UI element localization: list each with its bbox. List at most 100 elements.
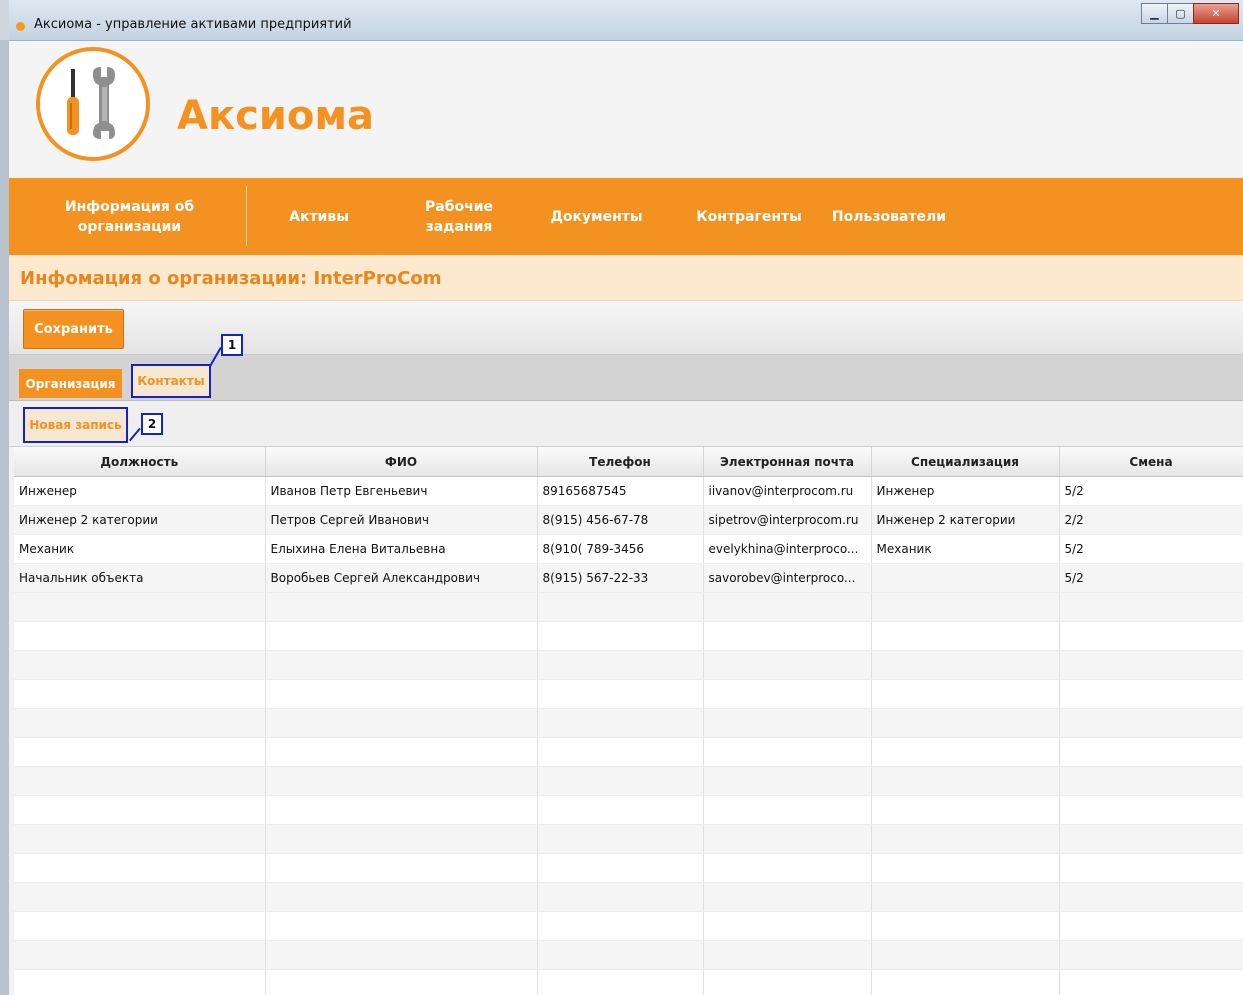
nav-item-assets[interactable]: Активы — [274, 178, 364, 255]
nav-item-label: Информация об организации — [65, 197, 194, 237]
minimize-button[interactable]: ▁ — [1141, 3, 1168, 24]
empty-table-cell — [537, 853, 704, 883]
empty-table-row — [14, 911, 1243, 941]
empty-table-cell — [871, 592, 1060, 622]
empty-table-cell — [265, 679, 538, 709]
window-titlebar: Аксиома - управление активами предприяти… — [9, 0, 1243, 41]
empty-table-row — [14, 940, 1243, 970]
empty-table-cell — [14, 824, 266, 854]
empty-table-cell — [265, 853, 538, 883]
table-cell: sipetrov@interprocom.ru — [703, 505, 872, 535]
table-row[interactable]: Инженер 2 категории Петров Сергей Иванов… — [14, 505, 1243, 535]
column-header-position[interactable]: Должность — [14, 447, 266, 477]
app-icon — [16, 22, 25, 31]
empty-table-cell — [703, 737, 872, 767]
nav-item-documents[interactable]: Документы — [539, 178, 654, 255]
empty-table-cell — [14, 679, 266, 709]
window-left-edge — [0, 40, 9, 995]
empty-table-cell — [871, 766, 1060, 796]
table-row[interactable]: Механик Елыхина Елена Витальевна 8(910( … — [14, 534, 1243, 564]
nav-item-label: Пользователи — [831, 208, 947, 225]
table-cell: Механик — [871, 534, 1060, 564]
empty-table-cell — [703, 940, 872, 970]
window-controls: ▁ ▢ ✕ — [1141, 3, 1239, 24]
empty-table-cell — [537, 766, 704, 796]
close-icon: ✕ — [1211, 7, 1221, 20]
nav-item-users[interactable]: Пользователи — [824, 178, 954, 255]
nav-label-line1: Информация об — [64, 198, 195, 215]
table-cell: 89165687545 — [537, 476, 704, 506]
table-cell: Механик — [14, 534, 266, 564]
nav-item-organization-info[interactable]: Информация об организации — [27, 178, 232, 255]
empty-table-row — [14, 795, 1243, 825]
contacts-table-container: Должность ФИО Телефон Электронная почта … — [14, 447, 1243, 995]
empty-table-cell — [265, 969, 538, 995]
empty-table-cell — [14, 911, 266, 941]
new-record-button[interactable]: Новая запись — [23, 407, 128, 443]
table-row[interactable]: Инженер Иванов Петр Евгеньевич 891656875… — [14, 476, 1243, 506]
empty-table-cell — [1059, 766, 1243, 796]
empty-table-cell — [703, 911, 872, 941]
main-nav: Информация об организации Активы Рабочие… — [9, 178, 1243, 255]
empty-table-cell — [1059, 621, 1243, 651]
section-header: Инфомация о организации: InterProCom — [9, 255, 1243, 301]
column-header-shift[interactable]: Смена — [1059, 447, 1243, 477]
empty-table-cell — [1059, 708, 1243, 738]
tab-contacts[interactable]: Контакты — [131, 364, 211, 398]
column-header-email[interactable]: Электронная почта — [703, 447, 872, 477]
empty-table-cell — [14, 708, 266, 738]
column-header-name[interactable]: ФИО — [265, 447, 538, 477]
callout-marker-1: 1 — [221, 334, 243, 356]
nav-item-counterparties[interactable]: Контрагенты — [689, 178, 809, 255]
empty-table-cell — [537, 592, 704, 622]
empty-table-row — [14, 650, 1243, 680]
table-cell: savorobev@interproco... — [703, 563, 872, 593]
table-cell: 8(915) 456-67-78 — [537, 505, 704, 535]
empty-table-cell — [265, 592, 538, 622]
table-row[interactable]: Начальник объекта Воробьев Сергей Алекса… — [14, 563, 1243, 593]
empty-table-cell — [1059, 882, 1243, 912]
empty-table-cell — [537, 679, 704, 709]
empty-table-cell — [1059, 853, 1243, 883]
empty-table-cell — [1059, 824, 1243, 854]
empty-table-cell — [14, 592, 266, 622]
table-cell — [871, 563, 1060, 593]
empty-table-cell — [537, 940, 704, 970]
empty-table-cell — [871, 621, 1060, 651]
empty-table-cell — [14, 766, 266, 796]
logo — [36, 47, 150, 161]
empty-table-cell — [14, 882, 266, 912]
close-button[interactable]: ✕ — [1193, 3, 1239, 24]
minimize-icon: ▁ — [1150, 7, 1159, 20]
table-cell: 8(910( 789-3456 — [537, 534, 704, 564]
empty-table-cell — [871, 795, 1060, 825]
empty-table-row — [14, 824, 1243, 854]
empty-table-cell — [1059, 795, 1243, 825]
empty-table-cell — [1059, 911, 1243, 941]
empty-table-cell — [537, 824, 704, 854]
maximize-icon: ▢ — [1175, 7, 1186, 20]
save-button[interactable]: Сохранить — [23, 309, 124, 349]
nav-divider — [246, 186, 247, 246]
empty-table-cell — [703, 650, 872, 680]
table-header-row: Должность ФИО Телефон Электронная почта … — [14, 447, 1243, 477]
column-header-phone[interactable]: Телефон — [537, 447, 704, 477]
empty-table-row — [14, 766, 1243, 796]
empty-table-cell — [703, 766, 872, 796]
empty-table-cell — [703, 824, 872, 854]
empty-table-cell — [537, 708, 704, 738]
nav-item-label: Активы — [289, 208, 349, 225]
table-cell: Инженер 2 категории — [14, 505, 266, 535]
tab-organization[interactable]: Организация — [19, 369, 122, 398]
column-header-specialization[interactable]: Специализация — [871, 447, 1060, 477]
empty-table-cell — [265, 882, 538, 912]
wrench-screwdriver-icon — [67, 67, 115, 139]
empty-table-cell — [1059, 679, 1243, 709]
empty-table-cell — [265, 621, 538, 651]
table-cell: 2/2 — [1059, 505, 1243, 535]
brand-name: Аксиома — [177, 93, 375, 139]
empty-table-row — [14, 708, 1243, 738]
nav-item-work-orders[interactable]: Рабочие задания — [409, 178, 509, 255]
maximize-button[interactable]: ▢ — [1167, 3, 1194, 24]
table-cell: evelykhina@interproco... — [703, 534, 872, 564]
